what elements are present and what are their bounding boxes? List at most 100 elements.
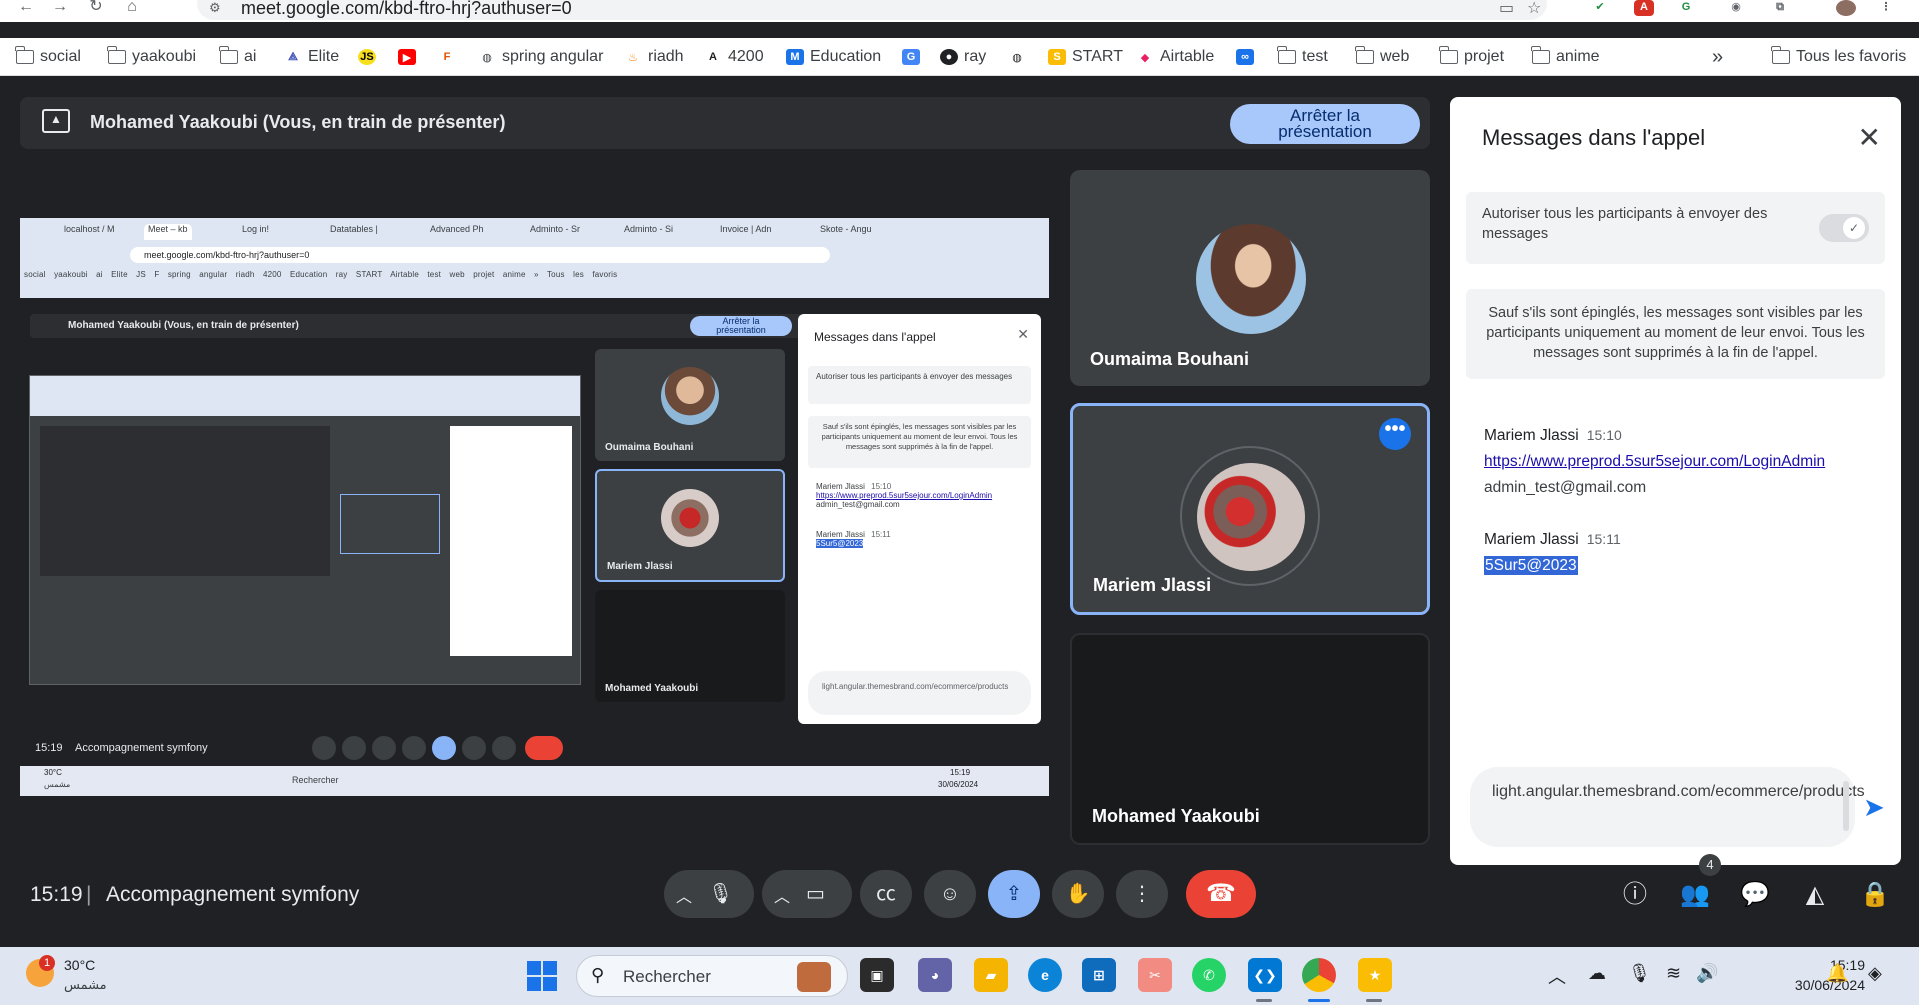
forward-icon[interactable]: →: [48, 0, 72, 16]
bookmark-ray[interactable]: ● ray: [940, 47, 986, 67]
back-icon[interactable]: ←: [14, 0, 38, 16]
camera-icon[interactable]: ▭: [806, 881, 825, 906]
running-indicator: [1366, 999, 1382, 1002]
vscode-icon[interactable]: ❮❯: [1248, 958, 1282, 992]
mini-chat-input: light.angular.themesbrand.com/ecommerce/…: [808, 671, 1031, 715]
participant-tile-mohamed[interactable]: Mohamed Yaakoubi: [1070, 633, 1430, 845]
bookmark-riadh[interactable]: ♨ riadh: [624, 47, 684, 67]
close-icon[interactable]: ✕: [1858, 121, 1881, 154]
activities-icon[interactable]: ◭: [1797, 877, 1833, 913]
chevron-up-icon[interactable]: ︿: [1548, 963, 1566, 989]
chat-input-scrollbar[interactable]: [1843, 781, 1849, 831]
home-icon[interactable]: ⌂: [120, 0, 144, 16]
grammar-extension-icon[interactable]: G: [1676, 0, 1696, 16]
microphone-icon[interactable]: 🎙: [1628, 963, 1651, 984]
present-now-button[interactable]: ⇪: [988, 870, 1040, 918]
mini-search: Rechercher: [292, 775, 339, 785]
site-info-icon[interactable]: ⚙: [209, 0, 221, 16]
task-view-icon[interactable]: ▣: [860, 958, 894, 992]
chevron-up-icon[interactable]: ︿: [676, 883, 692, 907]
clock-date[interactable]: 30/06/2024: [1765, 977, 1865, 993]
more-options-button[interactable]: ⋮: [1116, 870, 1168, 918]
raise-hand-button[interactable]: ✋: [1052, 870, 1104, 918]
bookmark-test[interactable]: test: [1277, 46, 1328, 67]
whatsapp-icon[interactable]: ✆: [1192, 958, 1226, 992]
bookmark-youtube[interactable]: ▶: [398, 47, 416, 67]
more-bookmarks-button[interactable]: »: [1712, 46, 1723, 68]
wifi-icon[interactable]: ≋: [1666, 963, 1681, 984]
chat-input[interactable]: light.angular.themesbrand.com/ecommerce/…: [1470, 767, 1865, 847]
bookmark-airtable[interactable]: ◆ Airtable: [1136, 47, 1214, 67]
host-controls-icon[interactable]: 🔒: [1857, 877, 1893, 913]
mini-email: admin_test@gmail.com: [816, 500, 900, 509]
bookmark-spring-angular[interactable]: ◍ spring angular: [478, 47, 603, 67]
mini-tab: Log in!: [242, 224, 270, 234]
teams-chat-icon[interactable]: ◕: [918, 958, 952, 992]
start-tile: [527, 961, 541, 975]
mini-meeting-title: Accompagnement symfony: [75, 742, 208, 754]
all-bookmarks[interactable]: Tous les favoris: [1771, 46, 1906, 67]
chevron-up-icon[interactable]: ︿: [774, 883, 790, 907]
snipping-tool-icon[interactable]: ✂: [1138, 958, 1172, 992]
bookmark-js[interactable]: JS: [358, 47, 376, 67]
globe-icon: ◍: [1012, 51, 1022, 64]
taskbar-search[interactable]: ⚲ Rechercher: [576, 955, 848, 997]
mini-tab: Skote - Angu: [820, 224, 872, 234]
bookmark-anime[interactable]: anime: [1531, 46, 1600, 67]
bookmark-ai[interactable]: ai: [219, 46, 256, 67]
bookmark-translate[interactable]: G: [902, 47, 920, 67]
folder-icon: [15, 46, 34, 64]
edge-icon[interactable]: e: [1028, 958, 1062, 992]
microphone-icon[interactable]: 🎙: [708, 881, 733, 906]
profile-avatar[interactable]: [1836, 0, 1856, 16]
browser-menu-icon[interactable]: ⋮: [1876, 0, 1896, 16]
send-icon[interactable]: ➤: [1863, 792, 1885, 823]
bookmark-infinity[interactable]: ∞: [1236, 47, 1254, 67]
reload-icon[interactable]: ↻: [84, 0, 108, 16]
bookmark-start[interactable]: S START: [1048, 47, 1123, 67]
address-bar[interactable]: ⚙ meet.google.com/kbd-ftro-hrj?authuser=…: [197, 0, 1547, 20]
chrome-icon[interactable]: [1302, 958, 1336, 992]
reactions-button[interactable]: ☺: [924, 870, 976, 918]
bookmark-label: social: [40, 48, 81, 65]
shield-extension-icon[interactable]: ✔: [1590, 0, 1610, 16]
copilot-icon[interactable]: ◈: [1868, 963, 1882, 984]
bookmark-4200[interactable]: A 4200: [704, 47, 764, 67]
adblock-extension-icon[interactable]: A: [1634, 0, 1654, 16]
bookmark-star-icon[interactable]: ☆: [1527, 0, 1541, 18]
stop-presenting-button[interactable]: Arrêter la présentation: [1230, 104, 1420, 144]
bookmark-social[interactable]: social: [15, 46, 81, 67]
start-button[interactable]: [527, 961, 557, 991]
network-status-icon[interactable]: ☁: [1588, 963, 1606, 984]
captions-button[interactable]: ㏄: [860, 870, 912, 918]
camera-status-icon[interactable]: ▭: [1499, 0, 1514, 18]
participant-tile-oumaima[interactable]: Oumaima Bouhani: [1070, 170, 1430, 386]
clock-time[interactable]: 15:19: [1765, 957, 1865, 973]
file-explorer-icon[interactable]: ▰: [974, 958, 1008, 992]
chat-icon[interactable]: 💬: [1737, 877, 1773, 913]
info-icon[interactable]: ⓘ: [1617, 877, 1653, 913]
allow-messages-toggle[interactable]: ✓: [1819, 214, 1869, 242]
bookmark-globe[interactable]: ◍: [1008, 47, 1026, 67]
volume-icon[interactable]: 🔊: [1696, 963, 1718, 984]
color-extension-icon[interactable]: ◉: [1726, 0, 1746, 16]
bookmark-elite[interactable]: ⟁ Elite: [284, 47, 339, 67]
bookmark-f[interactable]: F: [438, 47, 456, 67]
participant-tile-mariem[interactable]: ••• Mariem Jlassi: [1070, 403, 1430, 615]
meet-stage: Mohamed Yaakoubi (Vous, en train de prés…: [0, 77, 1919, 947]
leave-call-button[interactable]: ☎: [1186, 870, 1256, 918]
extensions-puzzle-icon[interactable]: ⧉: [1770, 0, 1790, 16]
meeting-title: Accompagnement symfony: [106, 883, 360, 906]
more-options-icon[interactable]: •••: [1379, 418, 1411, 450]
pinned-app-icon[interactable]: ★: [1358, 958, 1392, 992]
bookmark-education[interactable]: M Education: [786, 47, 881, 67]
emoji-icon: ☺: [939, 883, 961, 905]
bookmark-yaakoubi[interactable]: yaakoubi: [107, 46, 196, 67]
weather-temperature[interactable]: 30°C: [64, 957, 95, 973]
bookmark-projet[interactable]: projet: [1439, 46, 1504, 67]
notification-bell-icon[interactable]: 🔔: [1826, 963, 1848, 984]
message-link[interactable]: https://www.preprod.5sur5sejour.com/Logi…: [1484, 453, 1825, 470]
people-icon[interactable]: 👥: [1677, 877, 1713, 913]
bookmark-web[interactable]: web: [1355, 46, 1409, 67]
store-icon[interactable]: ⊞: [1082, 958, 1116, 992]
